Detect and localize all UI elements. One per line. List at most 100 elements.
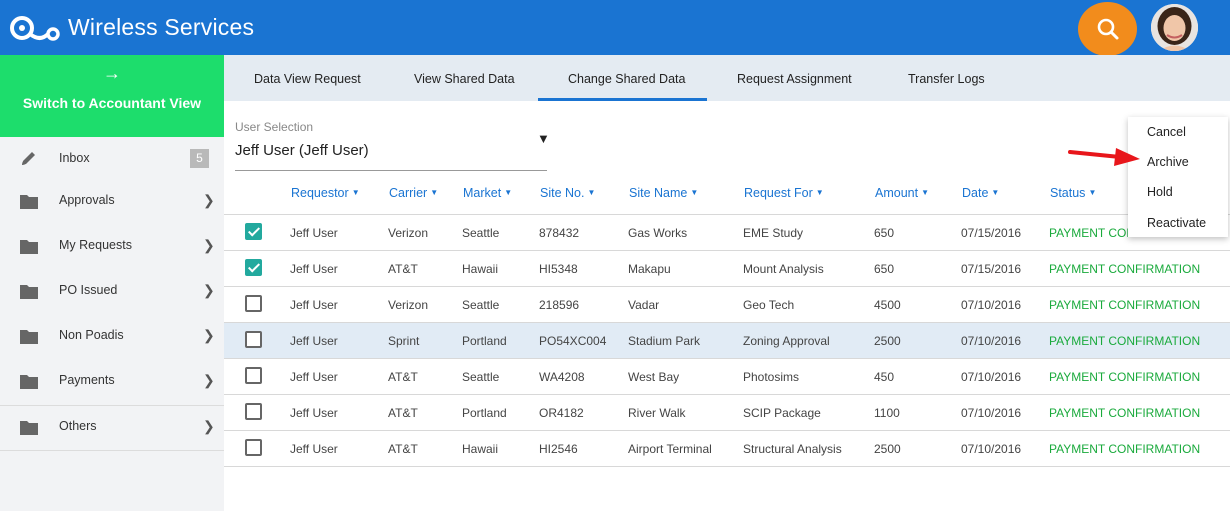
sidebar-item-others[interactable]: Others ❯ — [0, 405, 224, 450]
user-selection-select[interactable]: Jeff User (Jeff User) — [235, 142, 369, 159]
active-tab-indicator — [538, 98, 707, 101]
cell-date: 07/15/2016 — [961, 226, 1022, 240]
cell-market: Portland — [462, 334, 507, 348]
row-checkbox[interactable] — [245, 331, 262, 348]
cell-site-name: Makapu — [628, 262, 671, 276]
row-checkbox[interactable] — [245, 367, 262, 384]
tab-request-assignment[interactable]: Request Assignment — [737, 72, 852, 86]
sort-caret-icon: ▼ — [690, 188, 699, 197]
cell-amount: 1100 — [874, 406, 900, 420]
cell-market: Seattle — [462, 298, 500, 312]
sort-caret-icon: ▼ — [815, 188, 824, 197]
cell-date: 07/15/2016 — [961, 262, 1022, 276]
inbox-count-badge: 5 — [190, 149, 209, 168]
search-button[interactable] — [1078, 2, 1137, 56]
row-checkbox[interactable] — [245, 295, 262, 312]
cell-request-for: Mount Analysis — [743, 262, 824, 276]
dropdown-arrow-icon[interactable]: ▼ — [537, 131, 550, 146]
cell-request-for: SCIP Package — [743, 406, 821, 420]
cell-requestor: Jeff User — [290, 226, 338, 240]
sort-caret-icon: ▼ — [351, 188, 360, 197]
tab-transfer-logs[interactable]: Transfer Logs — [908, 72, 985, 86]
column-header-status[interactable]: Status ▼ — [1050, 186, 1096, 200]
table-row[interactable]: Jeff User AT&T Hawaii HI5348 Makapu Mount Ana… — [224, 251, 1230, 287]
row-checkbox[interactable] — [245, 439, 262, 456]
cell-amount: 650 — [874, 226, 895, 240]
table-row[interactable]: Jeff User Sprint Portland PO54XC004 Stadium … — [224, 323, 1230, 359]
table-row[interactable]: Jeff User AT&T Portland OR4182 River Walk SCI… — [224, 395, 1230, 431]
chevron-right-icon: ❯ — [203, 237, 215, 253]
cell-request-for: Zoning Approval — [743, 334, 830, 348]
chevron-right-icon: ❯ — [203, 372, 215, 388]
cell-market: Seattle — [462, 370, 500, 384]
sort-caret-icon: ▼ — [1088, 188, 1097, 197]
cell-site-no: OR4182 — [539, 406, 584, 420]
cell-status: PAYMENT CONFIRMATION — [1049, 370, 1201, 384]
cell-requestor: Jeff User — [290, 262, 338, 276]
cell-site-no: HI2546 — [539, 442, 578, 456]
column-header-site-no[interactable]: Site No. ▼ — [540, 186, 595, 200]
cell-market: Seattle — [462, 226, 500, 240]
user-selection-underline — [235, 170, 547, 171]
cell-requestor: Jeff User — [290, 298, 338, 312]
tab-view-shared-data[interactable]: View Shared Data — [414, 72, 515, 86]
cell-site-no: 218596 — [539, 298, 580, 312]
search-icon — [1097, 18, 1118, 40]
cell-market: Portland — [462, 406, 507, 420]
user-avatar[interactable] — [1151, 4, 1198, 51]
sidebar-item-approvals[interactable]: Approvals ❯ — [0, 179, 224, 224]
sidebar: → Switch to Accountant View Inbox 5 Appr… — [0, 55, 224, 511]
sidebar-item-my-requests[interactable]: My Requests ❯ — [0, 224, 224, 269]
menu-item-archive[interactable]: Archive — [1147, 155, 1189, 169]
sidebar-item-po-issued[interactable]: PO Issued ❯ — [0, 269, 224, 314]
arrow-right-icon: → — [103, 63, 121, 83]
menu-item-hold[interactable]: Hold — [1147, 185, 1173, 199]
main-content: Data View Request View Shared Data Chang… — [224, 55, 1230, 511]
menu-item-cancel[interactable]: Cancel — [1147, 125, 1186, 139]
chevron-right-icon: ❯ — [203, 418, 215, 434]
switch-to-accountant-view-button[interactable]: → Switch to Accountant View — [0, 55, 224, 137]
cell-requestor: Jeff User — [290, 406, 338, 420]
avatar-icon — [1151, 4, 1198, 51]
row-action-menu: Cancel Archive Hold Reactivate — [1128, 117, 1228, 237]
tab-data-view-request[interactable]: Data View Request — [254, 72, 361, 86]
cell-site-no: PO54XC004 — [539, 334, 607, 348]
table-row[interactable]: Jeff User Verizon Seattle 218596 Vadar Geo Te… — [224, 287, 1230, 323]
sidebar-item-payments[interactable]: Payments ❯ — [0, 359, 224, 404]
sidebar-item-label: Non Poadis — [59, 328, 124, 342]
switch-label: Switch to Accountant View — [22, 95, 202, 111]
menu-item-reactivate[interactable]: Reactivate — [1147, 216, 1206, 230]
cell-site-name: Vadar — [628, 298, 660, 312]
cell-site-no: WA4208 — [539, 370, 585, 384]
row-checkbox[interactable] — [245, 403, 262, 420]
row-checkbox[interactable] — [245, 259, 262, 276]
column-header-requestor[interactable]: Requestor ▼ — [291, 186, 360, 200]
table-row[interactable]: Jeff User AT&T Hawaii HI2546 Airport Termina… — [224, 431, 1230, 467]
folder-icon — [20, 330, 38, 344]
cell-status: PAYMENT CONFIRMATION — [1049, 262, 1201, 276]
column-header-carrier[interactable]: Carrier ▼ — [389, 186, 438, 200]
column-header-site-name[interactable]: Site Name ▼ — [629, 186, 698, 200]
cell-date: 07/10/2016 — [961, 406, 1022, 420]
cell-request-for: Structural Analysis — [743, 442, 842, 456]
cell-carrier: Verizon — [388, 226, 429, 240]
cell-site-name: West Bay — [628, 370, 680, 384]
column-header-date[interactable]: Date ▼ — [962, 186, 999, 200]
cell-amount: 450 — [874, 370, 895, 384]
cell-requestor: Jeff User — [290, 442, 338, 456]
sidebar-item-non-poadis[interactable]: Non Poadis ❯ — [0, 314, 224, 359]
sort-caret-icon: ▼ — [430, 188, 439, 197]
logo-icon — [10, 16, 60, 41]
sort-caret-icon: ▼ — [587, 188, 596, 197]
row-checkbox[interactable] — [245, 223, 262, 240]
column-header-request-for[interactable]: Request For ▼ — [744, 186, 824, 200]
sidebar-item-label: Inbox — [59, 151, 90, 165]
cell-site-name: Gas Works — [628, 226, 688, 240]
table-row[interactable]: Jeff User Verizon Seattle 878432 Gas Works EM… — [224, 215, 1230, 251]
table-row[interactable]: Jeff User AT&T Seattle WA4208 West Bay Photos… — [224, 359, 1230, 395]
tab-change-shared-data[interactable]: Change Shared Data — [568, 72, 685, 86]
cell-carrier: Sprint — [388, 334, 420, 348]
column-header-market[interactable]: Market ▼ — [463, 186, 512, 200]
column-header-amount[interactable]: Amount ▼ — [875, 186, 929, 200]
chevron-right-icon: ❯ — [203, 282, 215, 298]
